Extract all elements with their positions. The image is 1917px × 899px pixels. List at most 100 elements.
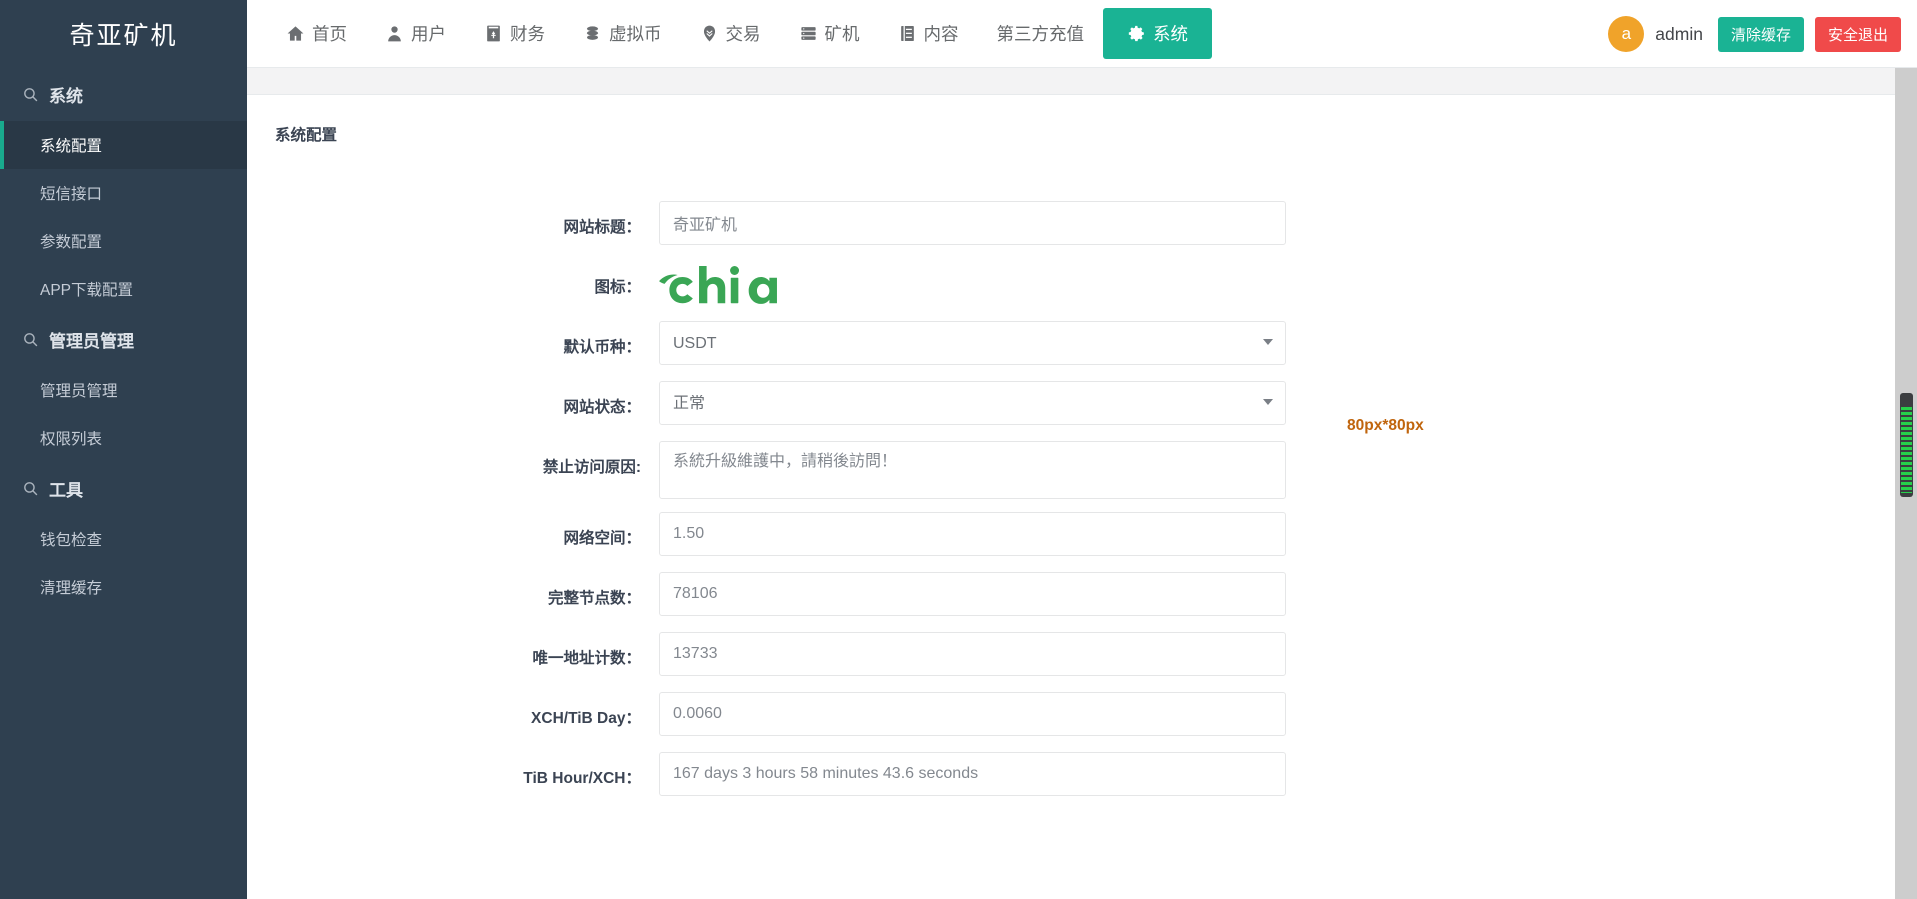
- gear-icon: [1127, 24, 1146, 43]
- control-tib-hour-xch: [659, 752, 1286, 796]
- form-row-site-icon: 图标：: [247, 261, 1917, 313]
- app-root: 奇亚矿机 系统 系统配置 短信接口 参数配置 APP下载配置 管理员管理 管理员管理 权限列表…: [0, 0, 1917, 899]
- topnav-item-4[interactable]: 交易: [681, 12, 780, 55]
- topnav-item-2[interactable]: 财务: [465, 12, 564, 55]
- form-row-netspace: 网络空间：: [247, 512, 1917, 564]
- sidebar-nav: 系统 系统配置 短信接口 参数配置 APP下载配置 管理员管理 管理员管理 权限列表 工具 钱包检…: [0, 68, 247, 611]
- control-blocked-reason: [659, 441, 1286, 504]
- topnav-item-label: 用户: [411, 24, 446, 44]
- topnav-item-label: 虚拟币: [609, 24, 662, 44]
- topnav-item-label: 第三方充值: [996, 24, 1085, 44]
- logout-button[interactable]: 安全退出: [1814, 16, 1901, 52]
- breadcrumb-strip: [247, 68, 1917, 95]
- topnav-item-8[interactable]: 系统: [1103, 8, 1212, 59]
- label-tib-hour-xch: TiB Hour/XCH：: [523, 770, 641, 787]
- label-site-status: 网站状态：: [563, 399, 641, 416]
- sidebar-item-2-0[interactable]: 钱包检查: [0, 515, 247, 563]
- topnav-item-7[interactable]: 第三方充值: [978, 12, 1104, 55]
- label-default-currency: 默认币种：: [563, 339, 641, 356]
- sidebar-item-1-1[interactable]: 权限列表: [0, 414, 247, 462]
- sidebar-group-label: 管理员管理: [49, 332, 134, 351]
- sidebar-item-1-0[interactable]: 管理员管理: [0, 366, 247, 414]
- tib-hour-xch-input[interactable]: [659, 752, 1286, 796]
- label-site-icon: 图标：: [594, 279, 641, 296]
- sidebar-item-0-3[interactable]: APP下载配置: [0, 265, 247, 313]
- default-currency-select[interactable]: USDT: [659, 321, 1286, 365]
- control-unique-address-count: [659, 632, 1286, 676]
- coins-stack-icon: [583, 24, 602, 43]
- main-area: 首页 用户 财务 虚拟币 交易 矿机 内容 第三方充值 系统 a admin 清除缓存 安全退出…: [247, 0, 1917, 899]
- sidebar-group-label: 工具: [49, 481, 83, 500]
- page-scrollbar-track[interactable]: [1895, 68, 1917, 899]
- page-title: 系统配置: [275, 127, 338, 144]
- label-netspace: 网络空间：: [563, 530, 641, 547]
- netspace-input[interactable]: [659, 512, 1286, 556]
- blocked-reason-textarea[interactable]: [659, 441, 1286, 499]
- sidebar-group-0[interactable]: 系统: [0, 68, 247, 121]
- sidebar-item-0-2[interactable]: 参数配置: [0, 217, 247, 265]
- topnav-item-5[interactable]: 矿机: [780, 12, 879, 55]
- label-xch-tib-day: XCH/TiB Day：: [531, 710, 641, 727]
- form-row-xch-tib-day: XCH/TiB Day：: [247, 692, 1917, 744]
- sidebar: 奇亚矿机 系统 系统配置 短信接口 参数配置 APP下载配置 管理员管理 管理员管理 权限列表…: [0, 0, 247, 899]
- control-site-icon: [659, 261, 1286, 309]
- search-icon: [22, 480, 39, 497]
- form-row-site-status: 网站状态： 正常: [247, 381, 1917, 433]
- sidebar-item-2-1[interactable]: 清理缓存: [0, 563, 247, 611]
- control-xch-tib-day: [659, 692, 1286, 736]
- form-row-site-title: 网站标题：: [247, 201, 1917, 253]
- label-unique-address-count: 唯一地址计数：: [532, 650, 641, 667]
- topnav-item-label: 交易: [725, 24, 761, 44]
- control-default-currency: USDT: [659, 321, 1286, 365]
- control-site-title: [659, 201, 1286, 245]
- topnav-item-label: 矿机: [824, 24, 860, 44]
- sidebar-group-label: 系统: [49, 87, 83, 106]
- sidebar-group-2[interactable]: 工具: [0, 462, 247, 515]
- sidebar-item-0-0[interactable]: 系统配置: [0, 121, 247, 169]
- full-node-count-input[interactable]: [659, 572, 1286, 616]
- topnav-item-label: 首页: [312, 24, 347, 44]
- account-area: a admin 清除缓存 安全退出: [1608, 0, 1901, 68]
- xch-tib-day-input[interactable]: [659, 692, 1286, 736]
- sidebar-group-1[interactable]: 管理员管理: [0, 313, 247, 366]
- page-scrollbar-thumb[interactable]: [1900, 393, 1913, 497]
- label-full-node-count: 完整节点数：: [547, 590, 641, 607]
- topnav-item-6[interactable]: 内容: [879, 12, 978, 55]
- document-list-icon: [898, 24, 917, 43]
- server-rack-icon: [799, 24, 818, 43]
- topnav-item-1[interactable]: 用户: [366, 12, 465, 55]
- form-row-default-currency: 默认币种： USDT: [247, 321, 1917, 373]
- icon-size-hint: 80px*80px: [1347, 417, 1424, 434]
- label-blocked-reason: 禁止访问原因:: [542, 459, 641, 476]
- site-status-select-wrap: 正常: [659, 381, 1286, 425]
- system-config-form: 网站标题： 图标： 默认币种： USDT 网站状态： 正常禁止访问原因: 网络空间： 完整节点…: [247, 145, 1917, 804]
- user-icon: [385, 24, 404, 43]
- default-currency-select-wrap: USDT: [659, 321, 1286, 365]
- top-nav-items: 首页 用户 财务 虚拟币 交易 矿机 内容 第三方充值 系统: [247, 8, 1212, 59]
- control-site-status: 正常: [659, 381, 1286, 425]
- form-row-unique-address-count: 唯一地址计数：: [247, 632, 1917, 684]
- form-row-blocked-reason: 禁止访问原因:: [247, 441, 1917, 504]
- topnav-item-0[interactable]: 首页: [267, 12, 366, 55]
- site-title-input[interactable]: [659, 201, 1286, 245]
- control-full-node-count: [659, 572, 1286, 616]
- form-row-full-node-count: 完整节点数：: [247, 572, 1917, 624]
- brand-title: 奇亚矿机: [69, 22, 178, 50]
- topnav-item-3[interactable]: 虚拟币: [564, 12, 681, 55]
- scrollbar-thumb-bars: [1901, 407, 1912, 493]
- content-panel: 系统配置 网站标题： 图标： 默认币种： USDT 网站状态： 正常禁止访问原因: 网络空间…: [247, 95, 1917, 899]
- form-row-tib-hour-xch: TiB Hour/XCH：: [247, 752, 1917, 804]
- sidebar-item-0-1[interactable]: 短信接口: [0, 169, 247, 217]
- search-icon: [22, 331, 39, 348]
- username-label: admin: [1655, 23, 1703, 44]
- topnav-item-label: 财务: [510, 24, 545, 44]
- search-icon: [22, 86, 39, 103]
- chia-logo[interactable]: [659, 261, 1286, 309]
- clear-cache-button[interactable]: 清除缓存: [1717, 16, 1804, 52]
- unique-address-count-input[interactable]: [659, 632, 1286, 676]
- home-icon: [286, 24, 305, 43]
- avatar: a: [1608, 16, 1645, 52]
- topnav-item-label: 内容: [923, 24, 959, 44]
- control-netspace: [659, 512, 1286, 556]
- site-status-select[interactable]: 正常: [659, 381, 1286, 425]
